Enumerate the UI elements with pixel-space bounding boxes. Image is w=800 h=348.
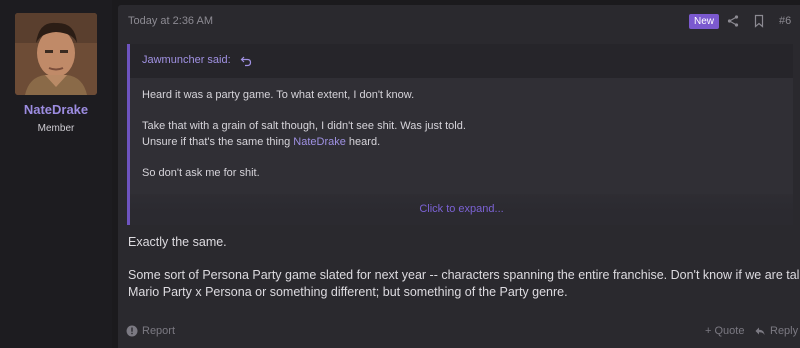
quote-label: + Quote [705, 325, 745, 337]
quote-author[interactable]: Jawmuncher said: [142, 54, 231, 66]
quote-line: Unsure if that's the same thing NateDrak… [142, 136, 380, 148]
reply-label: Reply [770, 325, 799, 337]
post-header: Today at 2:36 AM New #6 [118, 5, 800, 37]
username-link[interactable]: NateDrake [0, 102, 112, 117]
user-title: Member [37, 123, 75, 134]
report-button[interactable]: Report [126, 325, 175, 337]
quote-button[interactable]: + Quote [705, 325, 744, 337]
quote-line: So don't ask me for shit. [142, 167, 260, 179]
avatar[interactable] [15, 13, 97, 95]
bookmark-icon[interactable] [752, 14, 766, 28]
quote-block: Jawmuncher said: Heard it was a party ga… [127, 44, 793, 225]
post-number[interactable]: #6 [779, 15, 791, 27]
message-line: Exactly the same. [128, 235, 227, 249]
post-container: Today at 2:36 AM New #6 Jawmuncher said: [118, 5, 800, 348]
reply-button[interactable]: Reply [754, 325, 798, 337]
user-mention-link[interactable]: NateDrake [293, 136, 346, 148]
avatar-image [15, 13, 97, 95]
report-icon [126, 325, 138, 337]
post-timestamp[interactable]: Today at 2:36 AM [128, 15, 213, 27]
quote-line: Take that with a grain of salt though, I… [142, 120, 466, 132]
click-to-expand-link[interactable]: Click to expand... [130, 203, 793, 215]
quote-content: Heard it was a party game. To what exten… [130, 78, 793, 225]
jump-to-quote-icon[interactable] [240, 54, 252, 67]
message-line: Mario Party x Persona or something diffe… [128, 285, 568, 299]
report-label: Report [142, 325, 176, 337]
quote-header: Jawmuncher said: [130, 44, 793, 78]
quote-line: Heard it was a party game. To what exten… [142, 89, 415, 101]
message-line: Some sort of Persona Party game slated f… [128, 268, 800, 282]
quote-line-text: heard. [345, 136, 381, 148]
quote-line-text: Unsure if that's the same thing [142, 136, 294, 148]
new-badge: New [689, 14, 720, 29]
share-icon[interactable] [726, 14, 740, 28]
user-sidebar: NateDrake Member [0, 0, 112, 348]
reply-icon [755, 327, 765, 335]
